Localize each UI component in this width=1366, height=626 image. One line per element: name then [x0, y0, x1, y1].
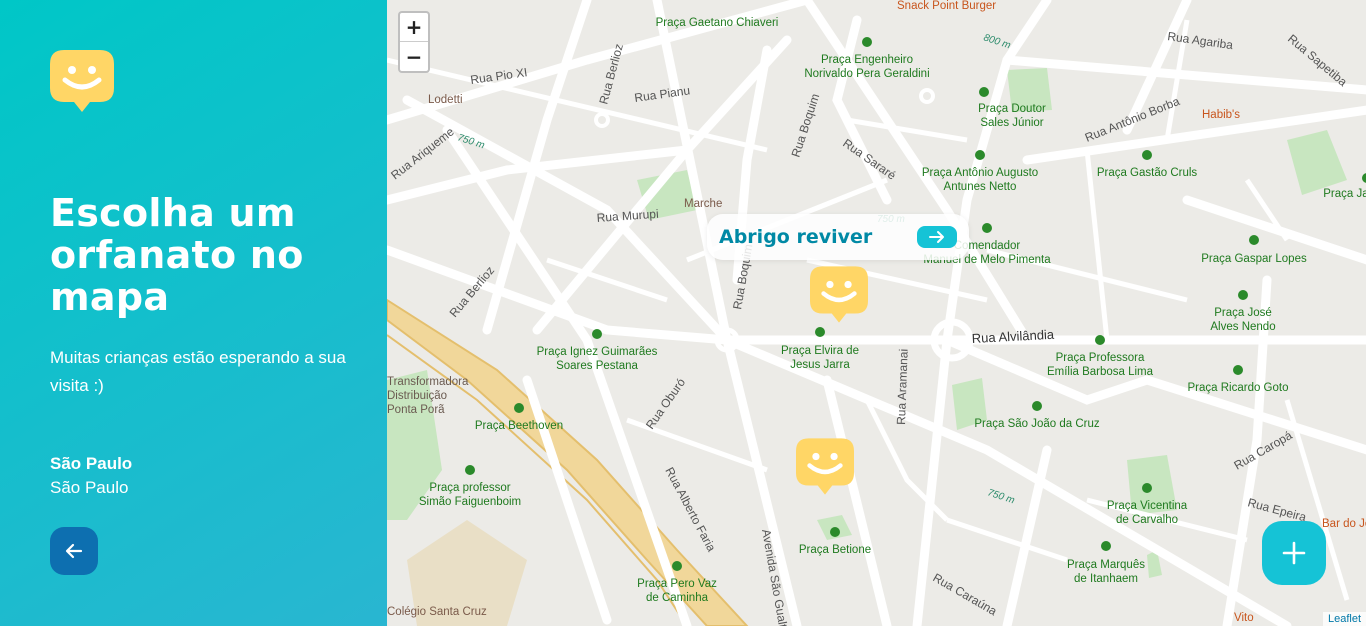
svg-text:Praça Antônio Augusto: Praça Antônio Augusto [922, 167, 1038, 179]
map-area[interactable]: Rua Pio XI Rua Berlioz Rua Pianu Rua Ari… [387, 0, 1366, 626]
svg-text:Praça Marquês: Praça Marquês [1067, 559, 1145, 571]
svg-text:Praça Engenheiro: Praça Engenheiro [821, 54, 913, 66]
zoom-out-button[interactable]: − [400, 42, 428, 71]
location-city: São Paulo [50, 454, 133, 473]
svg-text:750 m: 750 m [986, 487, 1016, 506]
svg-text:Rua Boquim: Rua Boquim [789, 92, 823, 159]
svg-text:de Itanhaem: de Itanhaem [1074, 573, 1138, 585]
svg-text:Antunes Netto: Antunes Netto [944, 181, 1017, 193]
svg-text:Sales Júnior: Sales Júnior [980, 117, 1043, 129]
plus-icon [1282, 541, 1306, 565]
svg-text:Alves Nendo: Alves Nendo [1210, 321, 1275, 333]
svg-text:Distribuição: Distribuição [387, 390, 447, 402]
svg-text:Praça Vicentina: Praça Vicentina [1107, 500, 1188, 512]
svg-text:Praça Elvira de: Praça Elvira de [781, 345, 859, 357]
add-orphanage-button[interactable] [1262, 521, 1326, 585]
svg-text:Habib's: Habib's [1202, 109, 1240, 121]
svg-text:Emília Barbosa Lima: Emília Barbosa Lima [1047, 366, 1154, 378]
svg-text:Transformadora: Transformadora [387, 376, 469, 388]
svg-text:Praça Betione: Praça Betione [799, 544, 871, 556]
svg-text:Colégio Santa Cruz: Colégio Santa Cruz [387, 606, 487, 618]
svg-text:de Carvalho: de Carvalho [1116, 514, 1178, 526]
zoom-in-button[interactable]: + [400, 13, 428, 42]
svg-text:Rua Caraúna: Rua Caraúna [931, 570, 1000, 618]
sidebar: Escolha um orfanato no mapa Muitas crian… [0, 0, 387, 626]
svg-text:Rua Oburó: Rua Oburó [643, 375, 688, 431]
zoom-control: + − [398, 11, 430, 73]
svg-text:Norivaldo Pera Geraldini: Norivaldo Pera Geraldini [804, 68, 929, 80]
page-subtitle: Muitas crianças estão esperando a sua vi… [50, 348, 346, 395]
svg-text:Rua Aramanai: Rua Aramanai [894, 349, 911, 425]
svg-text:Ponta Porã: Ponta Porã [387, 404, 445, 416]
arrow-left-icon [65, 543, 83, 559]
svg-text:Praça Gastão Cruls: Praça Gastão Cruls [1097, 167, 1198, 179]
orphanage-marker[interactable] [796, 438, 854, 504]
svg-text:Praça Jacu: Praça Jacu [1323, 188, 1366, 200]
app-root: Escolha um orfanato no mapa Muitas crian… [0, 0, 1366, 626]
svg-text:Praça Pero Vaz: Praça Pero Vaz [637, 578, 717, 590]
svg-text:Lodetti: Lodetti [428, 94, 463, 106]
map-tiles[interactable]: Rua Pio XI Rua Berlioz Rua Pianu Rua Ari… [387, 0, 1366, 626]
svg-text:Praça Ricardo Goto: Praça Ricardo Goto [1188, 382, 1289, 394]
svg-text:Jesus Jarra: Jesus Jarra [790, 359, 850, 371]
svg-text:de Caminha: de Caminha [646, 592, 709, 604]
svg-text:Bar do João: Bar do João [1322, 518, 1366, 530]
back-button[interactable] [50, 527, 98, 575]
map-attribution[interactable]: Leaflet [1322, 612, 1366, 626]
svg-text:Praça Gaspar Lopes: Praça Gaspar Lopes [1201, 253, 1307, 265]
orphanage-popup: Abrigo reviver [707, 214, 969, 260]
orphanage-marker[interactable] [810, 266, 868, 332]
svg-text:800 m: 800 m [982, 32, 1012, 51]
svg-text:Rua Sararé: Rua Sararé [840, 136, 899, 183]
svg-text:Vito: Vito [1234, 612, 1254, 624]
smiley-marker-icon [796, 438, 854, 495]
svg-text:Praça São João da Cruz: Praça São João da Cruz [974, 418, 1100, 430]
location-state: São Paulo [50, 478, 129, 497]
svg-text:Praça Doutor: Praça Doutor [978, 103, 1046, 115]
smiley-logo-icon [50, 50, 114, 122]
svg-text:Praça José: Praça José [1214, 307, 1272, 319]
svg-text:Snack Point Burger: Snack Point Burger [897, 0, 996, 12]
smiley-marker-icon [810, 266, 868, 323]
svg-text:Praça Ignez Guimarães: Praça Ignez Guimarães [537, 346, 658, 358]
svg-text:Praça Professora: Praça Professora [1056, 352, 1145, 364]
arrow-right-icon [929, 231, 944, 243]
svg-text:Soares Pestana: Soares Pestana [556, 360, 638, 372]
svg-text:Praça professor: Praça professor [429, 482, 510, 494]
popup-orphanage-name: Abrigo reviver [719, 226, 873, 248]
svg-text:Rua Caropá: Rua Caropá [1232, 428, 1295, 473]
svg-text:Rua Ariqueme: Rua Ariqueme [388, 124, 457, 182]
svg-text:Simão Faiguenboim: Simão Faiguenboim [419, 496, 521, 508]
popup-details-button[interactable] [917, 226, 957, 248]
svg-text:Praça Gaetano Chiaveri: Praça Gaetano Chiaveri [656, 17, 779, 29]
page-title: Escolha um orfanato no mapa [50, 191, 304, 319]
svg-text:Praça Beethoven: Praça Beethoven [475, 420, 563, 432]
svg-text:Rua Alberto Faria: Rua Alberto Faria [662, 465, 718, 554]
svg-text:Marche: Marche [684, 198, 722, 210]
svg-text:Rua Agariba: Rua Agariba [1167, 29, 1235, 52]
svg-text:Rua Murupi: Rua Murupi [596, 207, 659, 225]
